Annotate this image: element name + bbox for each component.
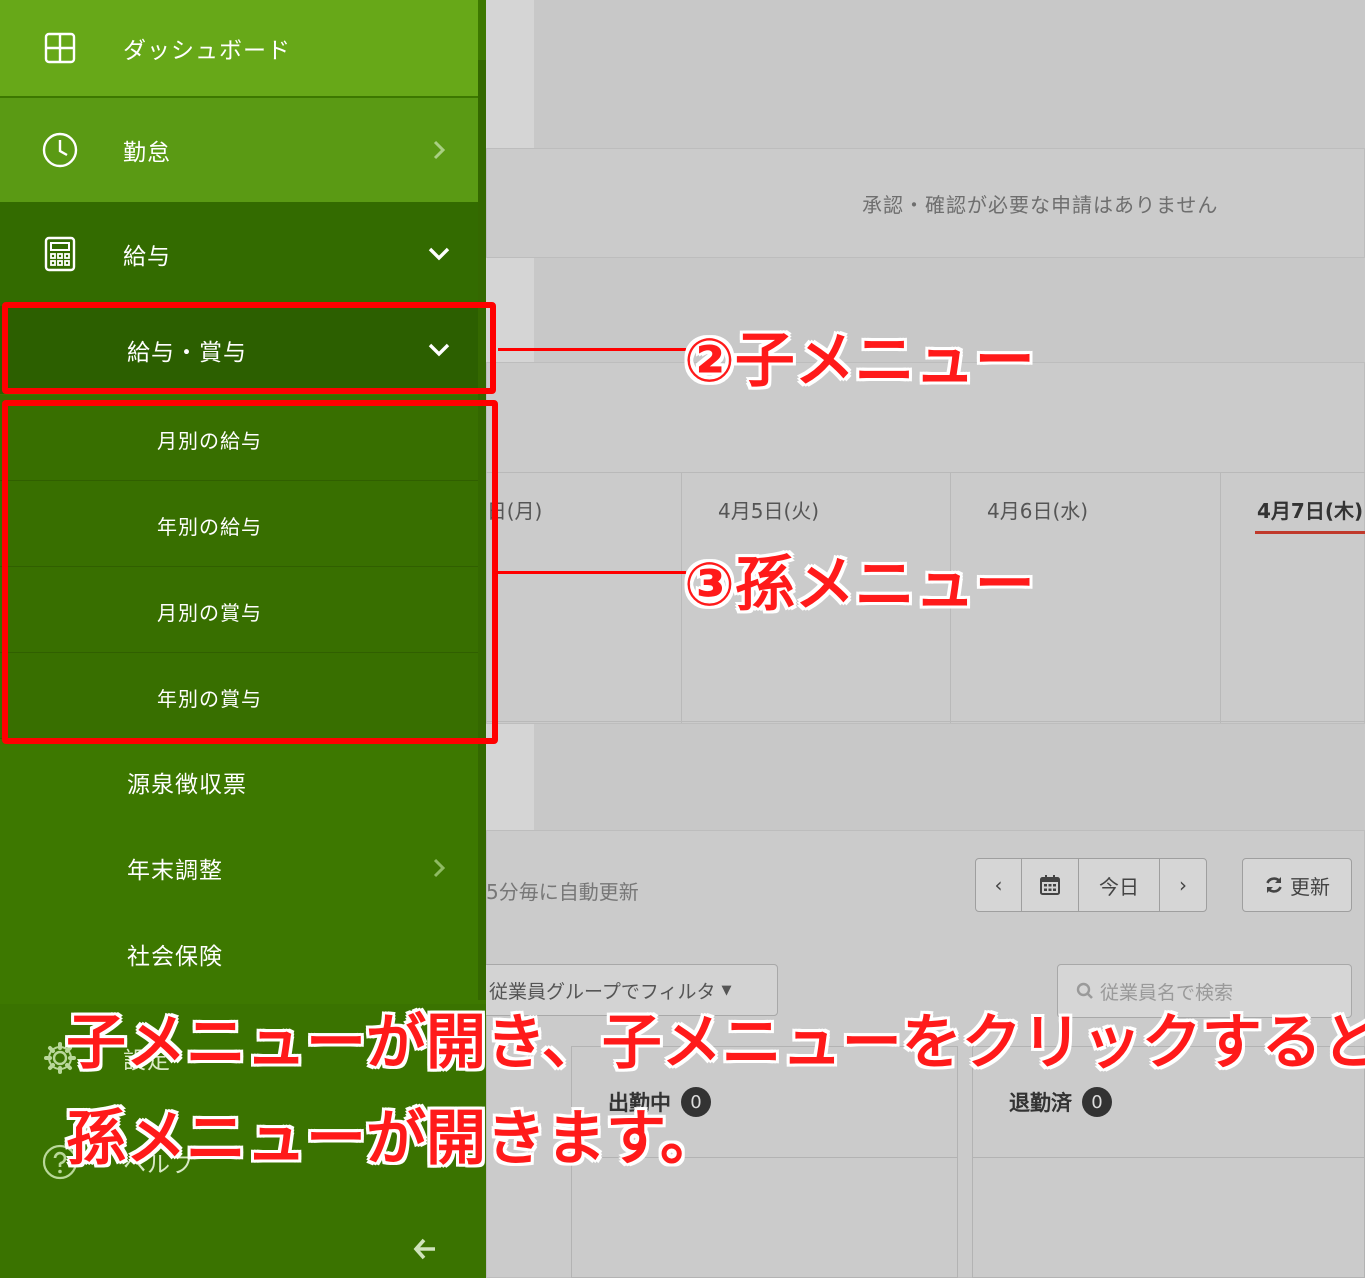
sidebar-item-label: 社会保険 [127, 944, 223, 970]
chevron-right-icon [426, 137, 452, 163]
prev-day-button[interactable]: ‹ [976, 859, 1022, 911]
calendar-day-label: 4月6日(水) [987, 499, 1089, 523]
caption-line-1: 子メニューが開き、子メニューをクリックすると [66, 1008, 1365, 1078]
sidebar-item-label: 年末調整 [127, 858, 223, 884]
grandchild-menu-callout: ③孫メニュー [684, 550, 1035, 620]
clock-icon [42, 132, 78, 168]
sidebar-item-label: 源泉徴収票 [127, 772, 247, 798]
refresh-icon [1266, 877, 1282, 893]
calendar-button[interactable] [1022, 859, 1079, 911]
caption-line-2: 孫メニューが開きます。 [66, 1104, 720, 1174]
refresh-label: 更新 [1290, 874, 1330, 899]
calendar-day-today[interactable]: 4月7日(木) [1221, 473, 1365, 723]
chevron-right-icon [426, 855, 452, 881]
today-button[interactable]: 今日 [1079, 859, 1160, 911]
status-header: 退勤済 0 [1009, 1087, 1112, 1117]
sidebar-subitem-social-insurance[interactable]: 社会保険 [0, 912, 478, 996]
sidebar-item-attendance[interactable]: 勤怠 [0, 98, 478, 202]
child-menu-highlight [2, 302, 496, 394]
status-label: 退勤済 [1009, 1091, 1072, 1115]
chevron-down-icon [426, 241, 452, 267]
sidebar-subitem-withholding[interactable]: 源泉徴収票 [0, 740, 478, 824]
calculator-icon [42, 236, 78, 272]
divider [973, 1157, 1364, 1158]
sidebar-subitem-year-end[interactable]: 年末調整 [0, 826, 478, 910]
callout-line [498, 348, 686, 351]
sidebar-item-label: 勤怠 [123, 140, 171, 166]
sidebar-item-dashboard[interactable]: ダッシュボード [0, 0, 478, 96]
child-menu-callout: ②子メニュー [684, 326, 1035, 396]
approval-message: 承認・確認が必要な申請はありません [862, 193, 1219, 217]
next-day-button[interactable]: › [1160, 859, 1206, 911]
sidebar-item-payroll[interactable]: 給与 [0, 202, 478, 306]
collapse-sidebar-icon[interactable] [412, 1236, 438, 1262]
callout-line [498, 571, 686, 574]
calendar-day-label: 4月7日(木) [1257, 499, 1364, 523]
refresh-button[interactable]: 更新 [1242, 858, 1352, 912]
status-count: 0 [1082, 1087, 1112, 1117]
grandchild-menu-highlight [2, 400, 498, 744]
approval-panel: 承認・確認が必要な申請はありません [486, 148, 1365, 258]
sidebar-item-label: ダッシュボード [123, 38, 291, 64]
today-indicator [1255, 531, 1365, 534]
calendar-day-label: 4月5日(火) [718, 499, 820, 523]
auto-refresh-note: 5分毎に自動更新 [486, 880, 639, 904]
sidebar-item-label: 給与 [123, 244, 171, 270]
dashboard-icon [42, 30, 78, 66]
calendar-day[interactable]: 4日(月) [474, 473, 682, 723]
calendar-icon [1040, 875, 1060, 895]
date-navigation: ‹ 今日 › [975, 858, 1207, 912]
